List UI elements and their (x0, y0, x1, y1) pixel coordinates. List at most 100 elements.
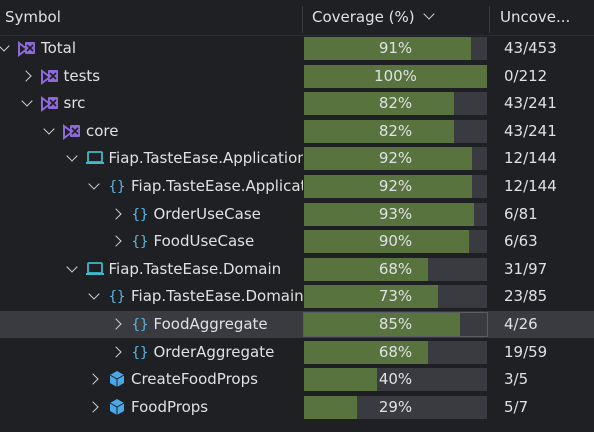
uncovered-count: 3/5 (504, 370, 529, 389)
tree-row[interactable]: Fiap.TasteEase.Application 92% 12/144 (0, 145, 594, 172)
coverage-percent: 82% (378, 121, 413, 140)
coverage-percent: 68% (378, 342, 413, 361)
chevron-down-icon[interactable] (65, 261, 78, 273)
uncovered-count: 12/144 (504, 177, 557, 195)
symbol-label: src (63, 94, 86, 113)
symbol-cell: {} OrderUseCase (0, 201, 303, 228)
symbol-label: Fiap.TasteEase.Application (108, 149, 304, 168)
namespace-icon: {} (107, 287, 127, 305)
tree-row[interactable]: {} OrderAggregate 68% 19/59 (0, 339, 594, 366)
coverage-percent: 92% (378, 149, 413, 168)
tree-row[interactable]: {} FoodUseCase 90% 6/63 (0, 228, 594, 255)
symbol-cell: core (0, 118, 303, 145)
chevron-right-icon[interactable] (19, 69, 32, 82)
symbol-cell: {} FoodUseCase (0, 228, 303, 255)
symbol-cell: tests (0, 63, 303, 90)
tree-row[interactable]: Fiap.TasteEase.Domain 68% 31/97 (0, 256, 594, 283)
chevron-right-icon[interactable] (109, 318, 122, 330)
column-separator[interactable] (302, 6, 303, 33)
coverage-bar: 68% (304, 257, 487, 281)
coverage-percent: 91% (378, 39, 413, 57)
tree-row[interactable]: FoodProps 29% 5/7 (0, 394, 594, 421)
uncovered-count: 6/63 (504, 232, 538, 251)
column-header-coverage[interactable]: Coverage (%) (312, 0, 487, 35)
svg-text:{}: {} (109, 289, 126, 305)
symbol-label: FoodUseCase (153, 232, 255, 251)
table-header: Symbol Coverage (%) Uncove... (0, 0, 594, 36)
coverage-percent: 85% (378, 315, 413, 333)
coverage-percent: 93% (378, 204, 413, 223)
chevron-right-icon[interactable] (109, 207, 122, 220)
svg-text:{}: {} (131, 207, 148, 223)
symbol-label: tests (63, 66, 101, 85)
chevron-right-icon[interactable] (87, 373, 99, 385)
coverage-percent: 92% (378, 177, 413, 195)
tree-row[interactable]: Total 91% 43/453 (0, 35, 594, 62)
chevron-down-icon[interactable] (20, 95, 33, 107)
symbol-cell: {} Fiap.TasteEase.Domain (0, 283, 303, 310)
symbol-cell: {} OrderAggregate (0, 339, 303, 366)
class-icon (107, 398, 127, 416)
chevron-down-icon[interactable] (88, 178, 100, 190)
symbol-label: OrderAggregate (153, 342, 275, 361)
column-header-uncovered[interactable]: Uncove... (500, 0, 594, 35)
svg-text:{}: {} (131, 345, 148, 361)
coverage-bar: 90% (304, 230, 487, 254)
tree-row[interactable]: core 82% 43/241 (0, 118, 594, 145)
coverage-bar: 91% (304, 37, 487, 60)
coverage-bar: 100% (304, 64, 487, 88)
symbol-label: CreateFoodProps (131, 370, 258, 389)
coverage-percent: 29% (378, 397, 413, 416)
symbol-cell: Total (0, 35, 303, 62)
column-separator[interactable] (489, 6, 490, 33)
sort-descending-icon (422, 8, 435, 20)
coverage-bar: 85% (303, 312, 488, 337)
tree-row[interactable]: {} OrderUseCase 93% 6/81 (0, 201, 594, 228)
project-icon (85, 149, 105, 167)
coverage-bar: 93% (304, 202, 487, 226)
coverage-bar: 29% (304, 395, 487, 419)
solution-icon (62, 122, 82, 140)
tree-row[interactable]: tests 100% 0/212 (0, 63, 594, 90)
symbol-cell: src (0, 90, 303, 117)
chevron-down-icon[interactable] (88, 288, 100, 301)
chevron-right-icon[interactable] (87, 401, 99, 413)
coverage-bar: 92% (304, 175, 487, 198)
symbol-cell: CreateFoodProps (0, 366, 303, 393)
project-icon (85, 260, 105, 278)
coverage-bar: 82% (304, 92, 487, 116)
namespace-icon: {} (130, 343, 150, 361)
namespace-icon: {} (130, 315, 150, 333)
coverage-percent: 82% (378, 94, 413, 113)
symbol-label: Fiap.TasteEase.Domain (108, 259, 282, 278)
chevron-right-icon[interactable] (109, 345, 122, 358)
chevron-down-icon[interactable] (65, 150, 78, 163)
chevron-right-icon[interactable] (109, 235, 122, 247)
chevron-down-icon[interactable] (0, 40, 10, 52)
coverage-bar: 68% (304, 340, 487, 364)
chevron-down-icon[interactable] (43, 123, 55, 135)
namespace-icon: {} (107, 177, 127, 195)
symbol-label: Total (41, 39, 77, 57)
solution-icon (17, 39, 37, 57)
symbol-cell: {} FoodAggregate (0, 311, 303, 338)
uncovered-count: 5/7 (504, 397, 529, 416)
svg-text:{}: {} (131, 317, 148, 333)
tree-row[interactable]: CreateFoodProps 40% 3/5 (0, 366, 594, 393)
symbol-label: FoodProps (131, 397, 209, 416)
uncovered-count: 4/26 (504, 315, 538, 333)
tree-row[interactable]: src 82% 43/241 (0, 90, 594, 117)
symbol-label: Fiap.TasteEase.Domain (131, 287, 303, 306)
tree-row[interactable]: {} FoodAggregate 85% 4/26 (0, 311, 594, 338)
column-header-symbol[interactable]: Symbol (5, 0, 295, 35)
namespace-icon: {} (130, 205, 150, 223)
tree-row[interactable]: {} Fiap.TasteEase.Domain 73% 23/85 (0, 283, 594, 310)
symbol-label: OrderUseCase (153, 204, 261, 223)
tree-row[interactable]: {} Fiap.TasteEase.Application 92% 12/144 (0, 173, 594, 200)
coverage-bar: 73% (304, 285, 487, 309)
coverage-percent: 100% (374, 66, 417, 85)
uncovered-count: 12/144 (504, 149, 557, 168)
uncovered-count: 6/81 (504, 204, 538, 223)
uncovered-count: 43/241 (504, 94, 557, 113)
symbol-cell: Fiap.TasteEase.Application (0, 145, 303, 172)
